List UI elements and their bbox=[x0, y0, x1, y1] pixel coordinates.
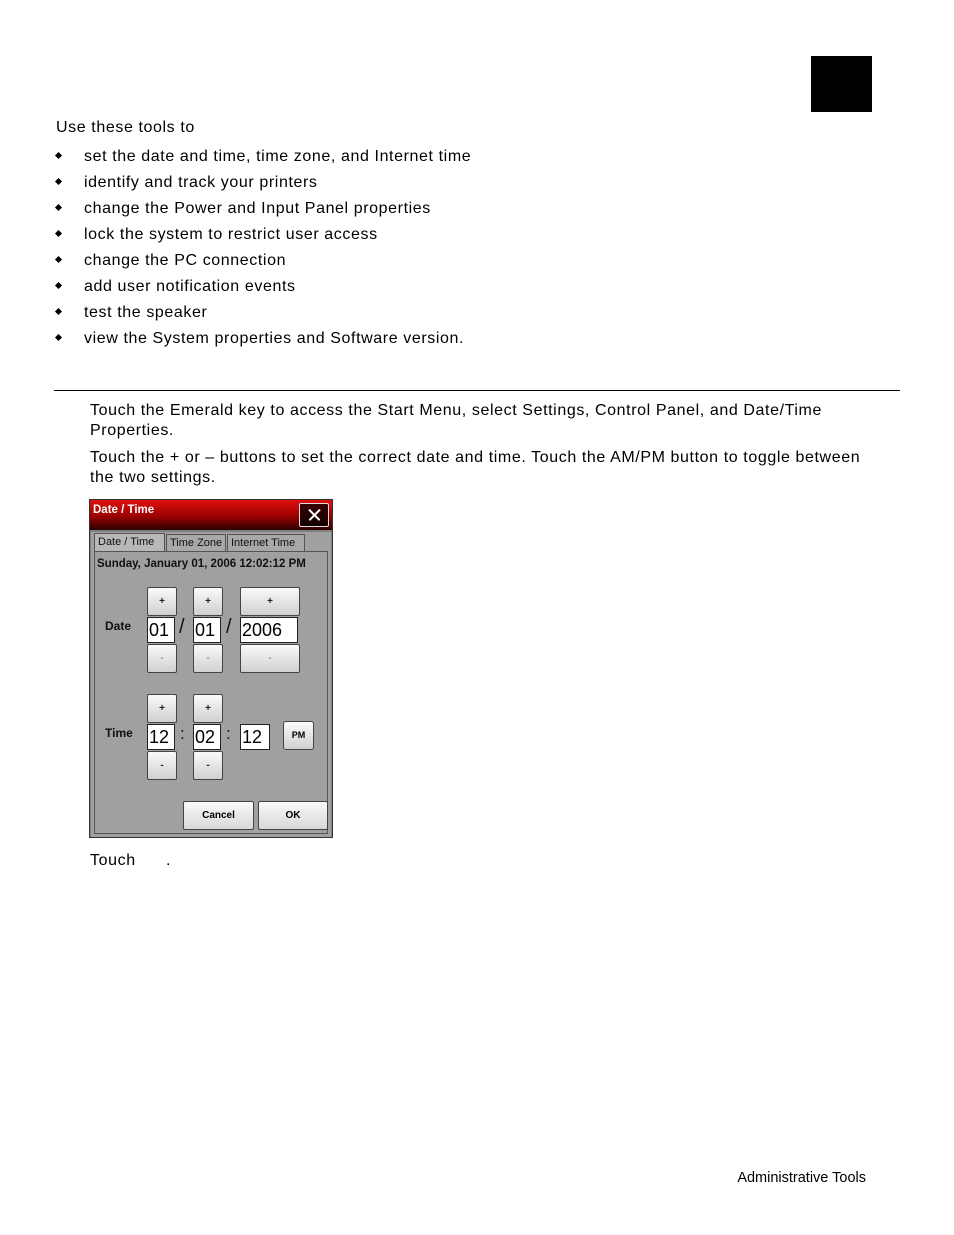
diamond-bullet-icon bbox=[56, 257, 63, 264]
month-minus-button[interactable]: - bbox=[147, 644, 177, 673]
time-separator: : bbox=[180, 724, 185, 743]
chapter-tab-marker bbox=[811, 56, 872, 112]
diamond-bullet-icon bbox=[56, 309, 63, 316]
time-separator: : bbox=[226, 724, 231, 743]
page-footer: Administrative Tools bbox=[737, 1170, 866, 1186]
hour-plus-button[interactable]: + bbox=[147, 694, 177, 723]
step-2-text: Touch the + or – buttons to set the corr… bbox=[90, 449, 861, 486]
day-plus-button[interactable]: + bbox=[193, 587, 223, 616]
date-time-dialog: Date / Time Date / Time Time Zone Intern… bbox=[89, 499, 333, 838]
month-plus-button[interactable]: + bbox=[147, 587, 177, 616]
ok-button[interactable]: OK bbox=[258, 801, 328, 830]
month-field[interactable]: 01 bbox=[147, 617, 175, 643]
minute-field[interactable]: 02 bbox=[193, 724, 221, 750]
diamond-bullet-icon bbox=[56, 179, 63, 186]
tab-time-zone[interactable]: Time Zone bbox=[166, 534, 226, 551]
minute-minus-button[interactable]: - bbox=[193, 751, 223, 780]
dialog-title: Date / Time bbox=[93, 504, 155, 516]
day-field[interactable]: 01 bbox=[193, 617, 221, 643]
hour-minus-button[interactable]: - bbox=[147, 751, 177, 780]
dialog-titlebar: Date / Time bbox=[90, 500, 332, 530]
step-1-text: Touch the Emerald key to access the Star… bbox=[90, 402, 822, 439]
date-separator: / bbox=[179, 616, 185, 638]
tab-date-time[interactable]: Date / Time bbox=[94, 533, 165, 552]
step-3-text: Touch . bbox=[90, 852, 172, 869]
year-minus-button[interactable]: - bbox=[240, 644, 300, 673]
tab-internet-time[interactable]: Internet Time bbox=[227, 534, 305, 551]
hour-field[interactable]: 12 bbox=[147, 724, 175, 750]
diamond-bullet-icon bbox=[56, 283, 63, 290]
current-datetime: Sunday, January 01, 2006 12:02:12 PM bbox=[97, 558, 306, 570]
cancel-button[interactable]: Cancel bbox=[183, 801, 254, 830]
time-label: Time bbox=[105, 726, 133, 740]
second-field[interactable]: 12 bbox=[240, 724, 270, 750]
minute-plus-button[interactable]: + bbox=[193, 694, 223, 723]
close-icon[interactable] bbox=[299, 503, 329, 527]
dialog-panel: Date / Time Time Zone Internet Time Sund… bbox=[91, 532, 331, 837]
year-plus-button[interactable]: + bbox=[240, 587, 300, 616]
diamond-bullet-icon bbox=[56, 335, 63, 342]
diamond-bullet-icon bbox=[56, 231, 63, 238]
year-field[interactable]: 2006 bbox=[240, 617, 298, 643]
day-minus-button[interactable]: - bbox=[193, 644, 223, 673]
date-label: Date bbox=[105, 619, 132, 633]
diamond-bullet-icon bbox=[56, 153, 63, 160]
intro-text: Use these tools to bbox=[56, 119, 195, 136]
ampm-toggle-button[interactable]: PM bbox=[283, 721, 314, 750]
diamond-bullet-icon bbox=[56, 205, 63, 212]
date-separator: / bbox=[226, 616, 232, 638]
section-divider bbox=[54, 390, 900, 391]
